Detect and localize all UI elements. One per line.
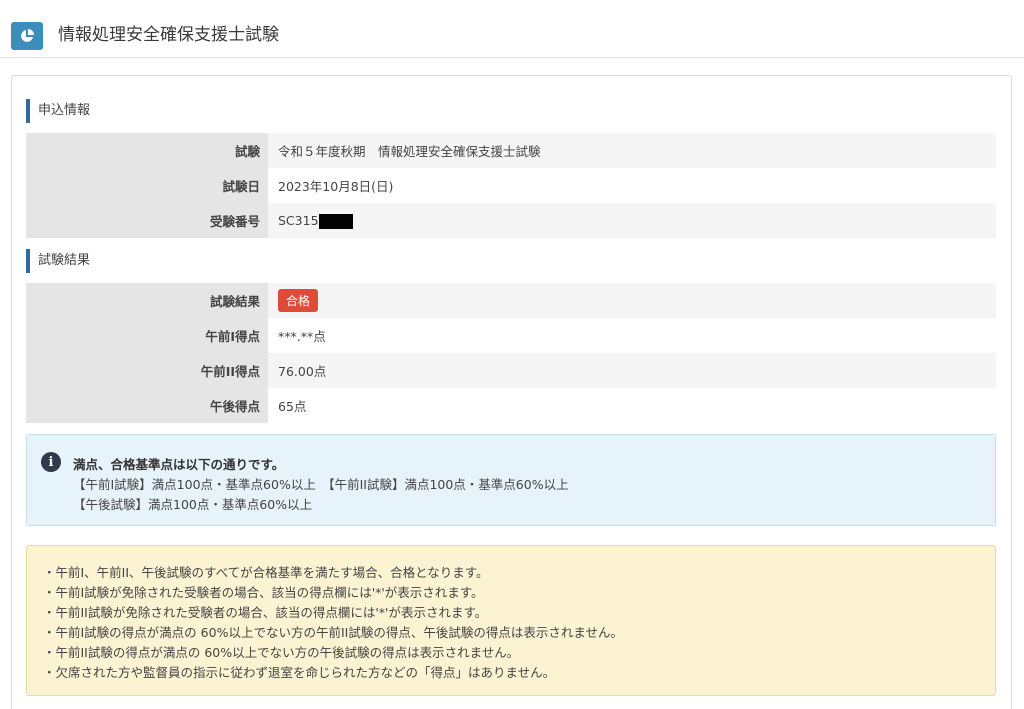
list-item: ・欠席された方や監督員の指示に従わず退室を命じられた方などの「得点」はありません… <box>43 665 556 680</box>
pie-chart-icon <box>11 22 43 50</box>
info-circle-icon: i <box>41 452 61 472</box>
result-section-title: 試験結果 <box>26 249 90 273</box>
exam-date-label: 試験日 <box>26 168 268 203</box>
info-callout: i 満点、合格基準点は以下の通りです。 【午前I試験】満点100点・基準点60%… <box>26 434 996 526</box>
application-info-table: 試験 令和５年度秋期 情報処理安全確保支援士試験 試験日 2023年10月8日(… <box>26 133 996 238</box>
result-value-cell: 合格 <box>268 283 996 318</box>
list-item: ・午前II試験が免除された受験者の場合、該当の得点欄には'*'が表示されます。 <box>43 605 488 620</box>
list-item: ・午前II試験の得点が満点の 60%以上でない方の午後試験の得点は表示されません… <box>43 645 520 660</box>
list-item: ・午前I試験が免除された受験者の場合、該当の得点欄には'*'が表示されます。 <box>43 585 484 600</box>
result-info-table: 試験結果 合格 午前I得点 ***.**点 午前II得点 76.00点 午後得点… <box>26 283 996 423</box>
table-row: 試験 令和５年度秋期 情報処理安全確保支援士試験 <box>26 133 996 168</box>
pm-score-label: 午後得点 <box>26 388 268 423</box>
am1-score-label: 午前I得点 <box>26 318 268 353</box>
table-row: 午前I得点 ***.**点 <box>26 318 996 353</box>
application-section-title: 申込情報 <box>26 99 90 123</box>
am2-score-label: 午前II得点 <box>26 353 268 388</box>
exam-date-value: 2023年10月8日(日) <box>268 168 996 203</box>
list-item: ・午前I試験の得点が満点の 60%以上でない方の午前II試験の得点、午後試験の得… <box>43 625 623 640</box>
table-row: 午後得点 65点 <box>26 388 996 423</box>
am2-score-value: 76.00点 <box>268 353 996 388</box>
notes-callout: ・午前I、午前II、午後試験のすべてが合格基準を満たす場合、合格となります。 ・… <box>26 545 996 696</box>
exam-label: 試験 <box>26 133 268 168</box>
exam-number-value: SC315 <box>278 212 319 228</box>
page-header: 情報処理安全確保支援士試験 <box>0 0 1024 58</box>
table-row: 試験日 2023年10月8日(日) <box>26 168 996 203</box>
page-title: 情報処理安全確保支援士試験 <box>58 25 279 45</box>
exam-number-label: 受験番号 <box>26 203 268 238</box>
info-line: 【午前I試験】満点100点・基準点60%以上 【午前II試験】満点100点・基準… <box>73 477 569 492</box>
notes-list: ・午前I、午前II、午後試験のすべてが合格基準を満たす場合、合格となります。 ・… <box>43 563 623 683</box>
pass-badge: 合格 <box>278 289 319 312</box>
table-row: 受験番号 SC315 <box>26 203 996 238</box>
list-item: ・午前I、午前II、午後試験のすべてが合格基準を満たす場合、合格となります。 <box>43 565 489 580</box>
table-row: 午前II得点 76.00点 <box>26 353 996 388</box>
pm-score-value: 65点 <box>268 388 996 423</box>
result-label: 試験結果 <box>26 283 268 318</box>
exam-number-cell: SC315 <box>268 203 996 238</box>
table-row: 試験結果 合格 <box>26 283 996 318</box>
redaction-block <box>318 213 353 229</box>
am1-score-value: ***.**点 <box>268 318 996 353</box>
info-line: 【午後試験】満点100点・基準点60%以上 <box>73 497 313 512</box>
exam-value: 令和５年度秋期 情報処理安全確保支援士試験 <box>268 133 996 168</box>
info-heading: 満点、合格基準点は以下の通りです。 <box>73 457 285 472</box>
